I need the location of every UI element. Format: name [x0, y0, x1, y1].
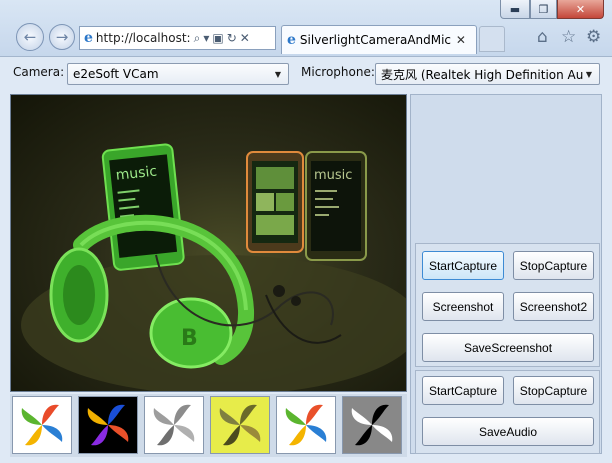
screenshot-thumbnail[interactable] [342, 396, 402, 454]
video-preview: music music B [10, 94, 407, 392]
screenshot-button[interactable]: Screenshot [422, 292, 504, 321]
video-stop-capture-button[interactable]: StopCapture [513, 251, 594, 280]
refresh-icon[interactable]: ↻ [227, 31, 237, 45]
browser-chrome: ▬ ❐ ✕ ← → e http://localhost: ⌕ ▾ ▣ ↻ ✕ … [0, 0, 612, 57]
pinwheel-icon [219, 404, 261, 446]
pinwheel-icon [285, 404, 327, 446]
dropdown-icon[interactable]: ▾ [203, 31, 209, 45]
ie-logo-icon: e [84, 30, 93, 46]
pinwheel-icon [153, 404, 195, 446]
search-icon[interactable]: ⌕ [194, 31, 201, 46]
phone-screen-text: music [314, 168, 352, 183]
camera-label: Camera: [13, 65, 65, 79]
camera-select-value: e2eSoft VCam [73, 67, 159, 81]
pinwheel-icon [351, 404, 393, 446]
maximize-button[interactable]: ❐ [530, 0, 557, 19]
close-icon: ✕ [575, 2, 586, 16]
home-icon[interactable]: ⌂ [537, 27, 548, 47]
ie-logo-icon: e [287, 32, 296, 48]
chevron-down-icon: ▼ [274, 70, 281, 79]
chevron-down-icon: ▼ [585, 70, 592, 79]
pinwheel-icon [87, 404, 129, 446]
pinwheel-icon [21, 404, 63, 446]
screenshot-thumbnails [10, 394, 407, 457]
app-area: Camera: e2eSoft VCam ▼ Microphone: 麦克风 (… [0, 57, 612, 463]
screenshot-thumbnail[interactable] [144, 396, 204, 454]
screenshot-thumbnail[interactable] [210, 396, 270, 454]
minimize-button[interactable]: ▬ [500, 0, 530, 19]
tab-close-icon[interactable]: ✕ [456, 33, 466, 47]
microphone-label: Microphone: [301, 65, 375, 79]
maximize-icon: ❐ [538, 2, 549, 16]
gear-icon[interactable]: ⚙ [586, 27, 601, 47]
video-frame-image: music music B [21, 143, 406, 391]
new-tab-button[interactable] [479, 26, 505, 52]
star-icon[interactable]: ☆ [561, 27, 576, 47]
video-start-capture-button[interactable]: StartCapture [422, 251, 504, 280]
save-audio-button[interactable]: SaveAudio [422, 417, 594, 446]
tab-title: SilverlightCameraAndMicro... [299, 33, 452, 47]
screenshot-thumbnail[interactable] [78, 396, 138, 454]
address-bar[interactable]: e http://localhost: ⌕ ▾ ▣ ↻ ✕ [79, 26, 276, 50]
svg-text:B: B [181, 326, 198, 351]
microphone-select-value: 麦克风 (Realtek High Definition Au [381, 67, 584, 82]
tab-active[interactable]: e SilverlightCameraAndMicro... ✕ [281, 25, 477, 54]
forward-button[interactable]: → [49, 24, 75, 50]
audio-start-capture-button[interactable]: StartCapture [422, 376, 504, 405]
back-button[interactable]: ← [16, 23, 44, 51]
screenshot-thumbnail[interactable] [12, 396, 72, 454]
minimize-icon: ▬ [509, 2, 521, 16]
camera-select[interactable]: e2eSoft VCam ▼ [67, 63, 289, 85]
back-arrow-icon: ← [23, 28, 37, 46]
close-icon[interactable]: ✕ [240, 31, 250, 45]
screenshot2-button[interactable]: Screenshot2 [513, 292, 594, 321]
close-window-button[interactable]: ✕ [557, 0, 604, 19]
compatibility-icon[interactable]: ▣ [212, 31, 223, 45]
microphone-select[interactable]: 麦克风 (Realtek High Definition Au ▼ [375, 63, 600, 85]
address-input[interactable]: http://localhost: [96, 31, 191, 45]
forward-arrow-icon: → [55, 28, 69, 46]
save-screenshot-button[interactable]: SaveScreenshot [422, 333, 594, 362]
audio-stop-capture-button[interactable]: StopCapture [513, 376, 594, 405]
screenshot-thumbnail[interactable] [276, 396, 336, 454]
